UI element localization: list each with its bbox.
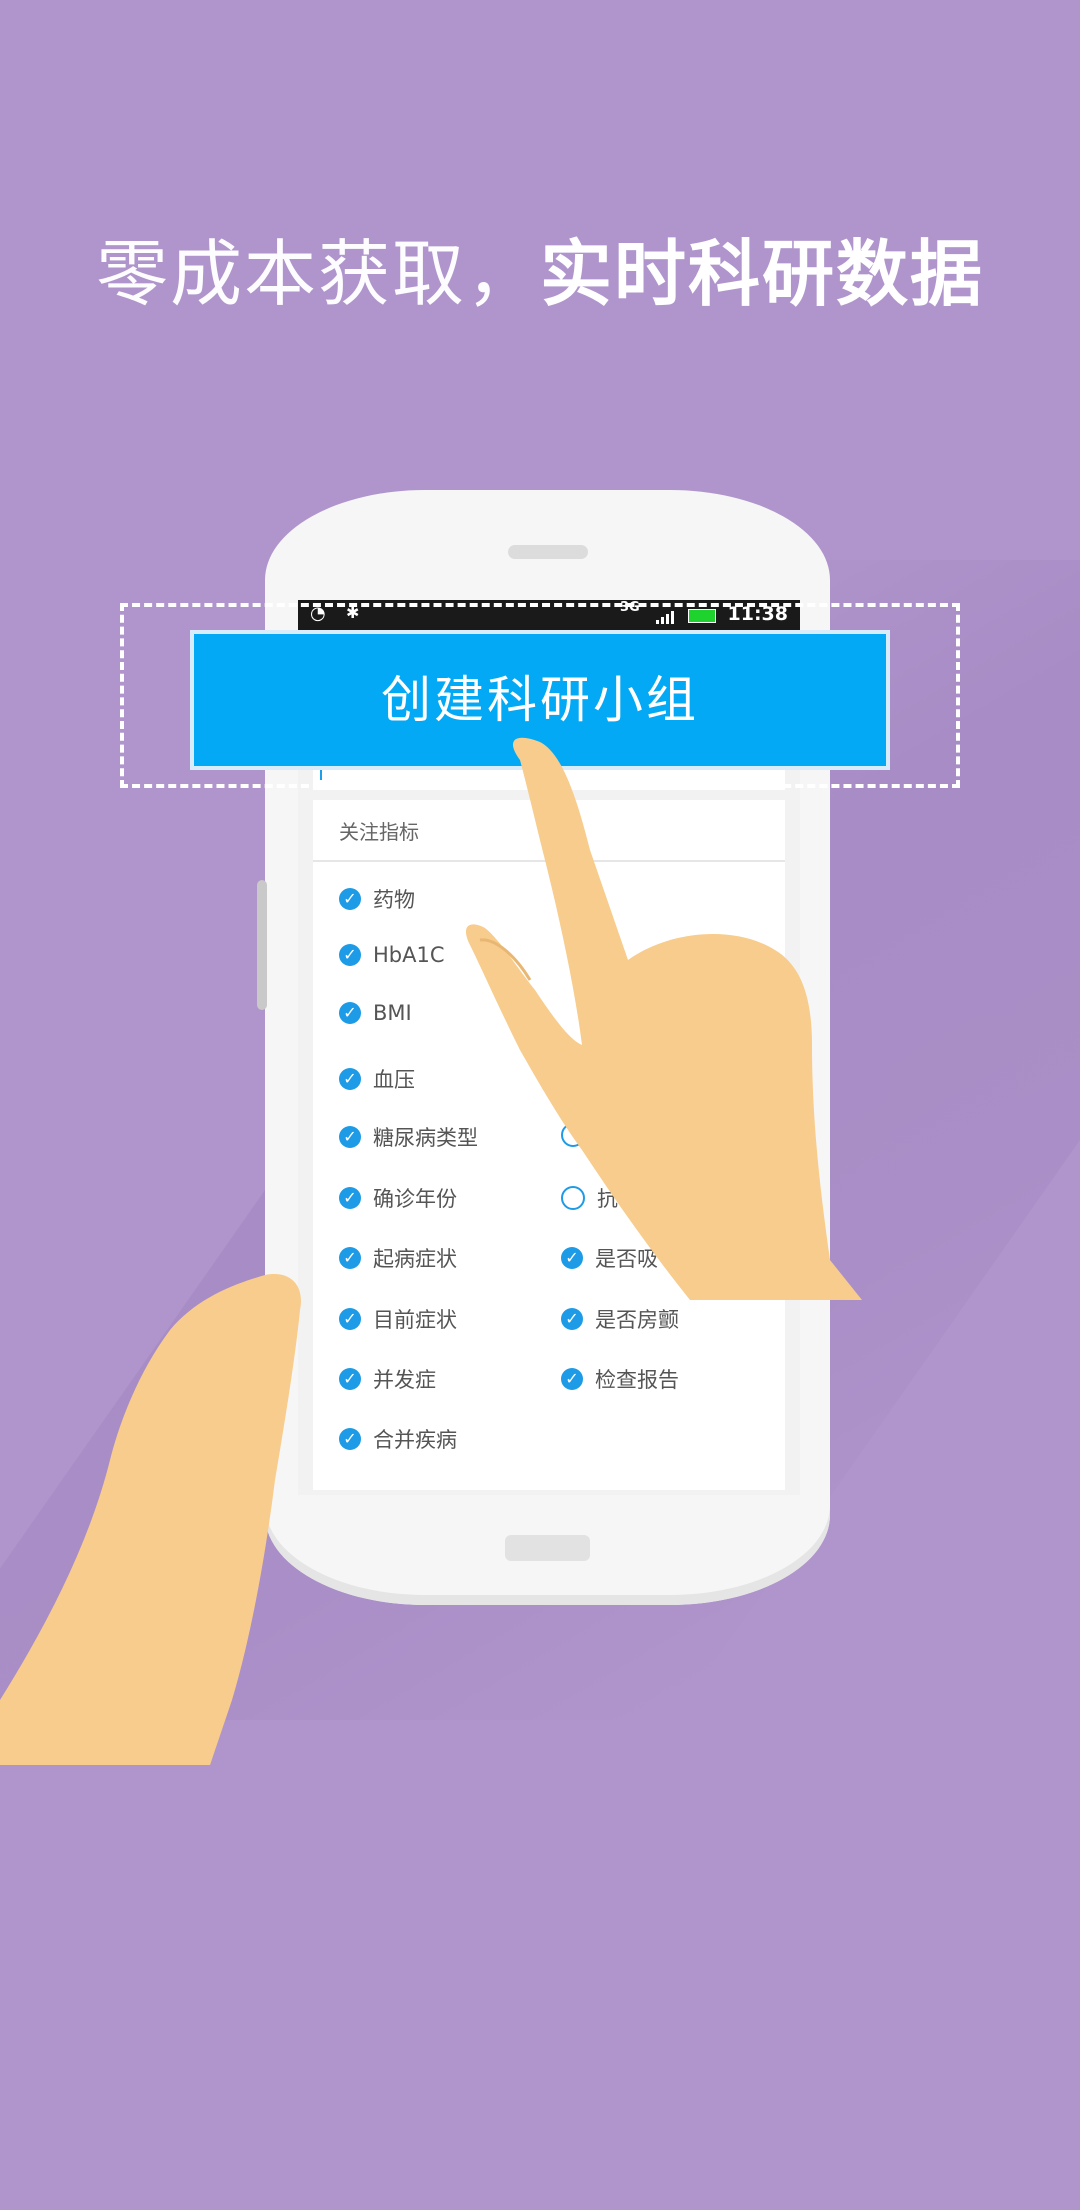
holding-hand-illustration xyxy=(0,1274,301,1765)
